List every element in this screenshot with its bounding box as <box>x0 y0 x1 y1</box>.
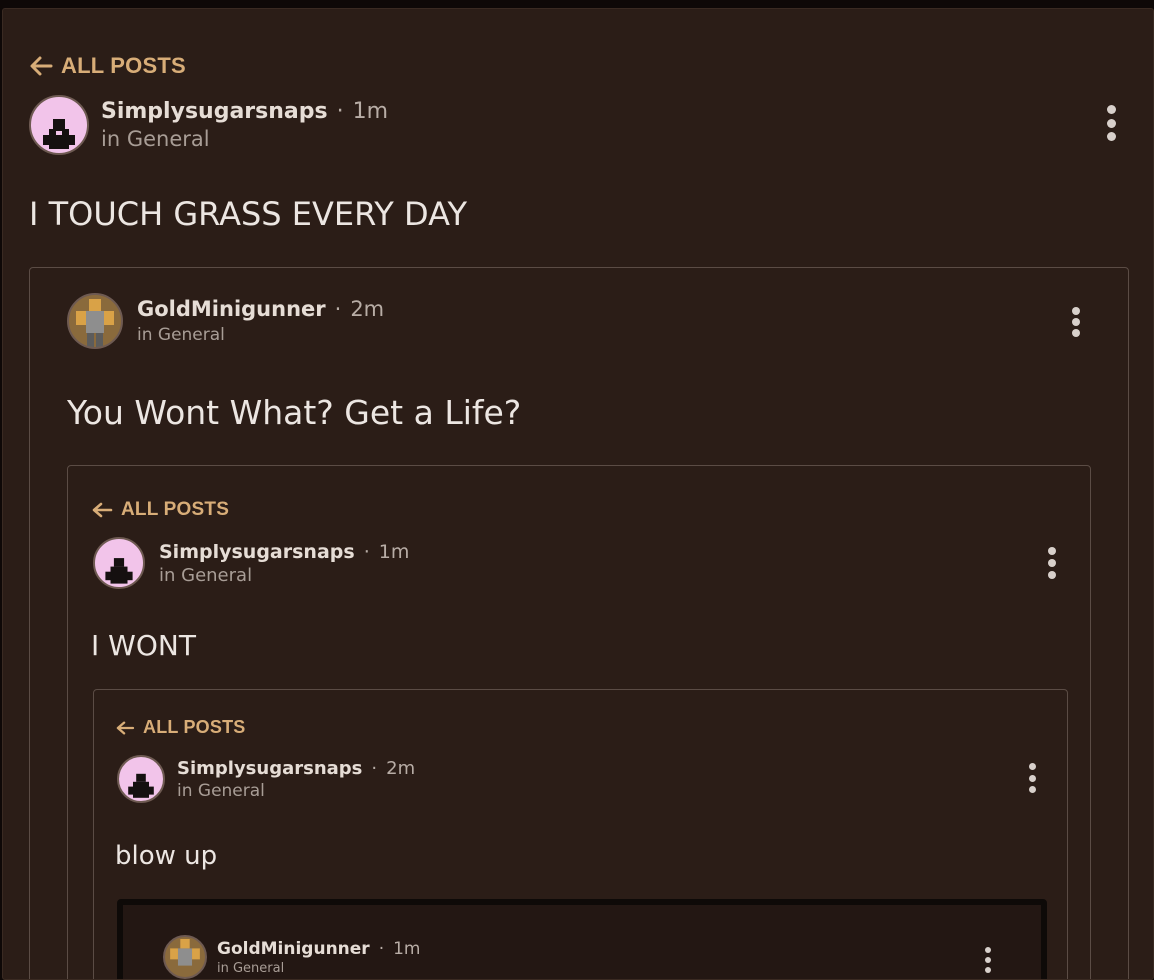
separator-dot: · <box>334 297 342 321</box>
post-time: 1m <box>352 99 389 124</box>
post-header: Simplysugarsnaps · 1m in General <box>29 95 388 155</box>
post-category[interactable]: in General <box>101 127 388 151</box>
avatar-figure-icon <box>128 773 154 798</box>
username-link[interactable]: Simplysugarsnaps <box>101 99 328 124</box>
username-link[interactable]: GoldMinigunner <box>217 939 370 959</box>
post-meta: GoldMinigunner · 1m in General <box>217 939 421 976</box>
avatar[interactable] <box>117 755 165 803</box>
post-body: I TOUCH GRASS EVERY DAY <box>29 195 468 233</box>
post-body: You Wont What? Get a Life? <box>67 393 522 432</box>
post-category[interactable]: in General <box>177 781 415 801</box>
post-body: blow up <box>115 841 218 871</box>
avatar-figure-icon <box>170 939 200 966</box>
separator-dot: · <box>378 938 385 959</box>
avatar[interactable] <box>67 293 123 349</box>
post-view: ALL POSTS Simplysugarsnaps · 1m in Gener… <box>2 8 1154 980</box>
username-link[interactable]: Simplysugarsnaps <box>177 758 362 779</box>
back-to-all-posts-link[interactable]: ALL POSTS <box>115 717 245 738</box>
avatar[interactable] <box>163 935 207 979</box>
back-label: ALL POSTS <box>61 53 186 78</box>
post-time: 1m <box>393 938 421 959</box>
post-time: 2m <box>350 297 385 321</box>
post-meta: Simplysugarsnaps · 1m in General <box>101 99 388 151</box>
more-options-icon[interactable] <box>983 947 993 973</box>
avatar-figure-icon <box>76 299 114 347</box>
post-category[interactable]: in General <box>217 961 421 976</box>
arrow-left-icon <box>116 721 135 734</box>
avatar-figure-icon <box>43 119 75 149</box>
separator-dot: · <box>371 757 378 779</box>
post-body: I WONT <box>91 629 196 662</box>
back-to-all-posts-link[interactable]: ALL POSTS <box>29 53 186 79</box>
more-options-icon[interactable] <box>1104 105 1118 141</box>
post-time: 1m <box>378 540 410 563</box>
post-meta: Simplysugarsnaps · 1m in General <box>159 541 409 586</box>
more-options-icon[interactable] <box>1070 307 1082 337</box>
post-category[interactable]: in General <box>159 565 409 586</box>
post-meta: Simplysugarsnaps · 2m in General <box>177 758 415 801</box>
post-time: 2m <box>386 757 416 779</box>
quoted-post-header: GoldMinigunner · 2m in General <box>67 293 384 349</box>
back-label: ALL POSTS <box>143 717 246 737</box>
post-meta: GoldMinigunner · 2m in General <box>137 297 384 345</box>
more-options-icon[interactable] <box>1026 763 1038 793</box>
separator-dot: · <box>336 99 344 124</box>
quoted-post-header: Simplysugarsnaps · 2m in General <box>117 755 415 803</box>
more-options-icon[interactable] <box>1046 547 1058 579</box>
avatar[interactable] <box>29 95 89 155</box>
quoted-post-header: GoldMinigunner · 1m in General <box>163 935 421 979</box>
username-link[interactable]: Simplysugarsnaps <box>159 541 355 563</box>
avatar-figure-icon <box>105 558 133 584</box>
username-link[interactable]: GoldMinigunner <box>137 297 326 321</box>
quoted-post-header: Simplysugarsnaps · 1m in General <box>93 537 409 589</box>
back-to-all-posts-link[interactable]: ALL POSTS <box>91 499 229 521</box>
back-label: ALL POSTS <box>121 499 230 520</box>
avatar[interactable] <box>93 537 145 589</box>
post-category[interactable]: in General <box>137 325 384 345</box>
separator-dot: · <box>363 540 370 563</box>
arrow-left-icon <box>30 56 53 76</box>
arrow-left-icon <box>92 502 113 518</box>
